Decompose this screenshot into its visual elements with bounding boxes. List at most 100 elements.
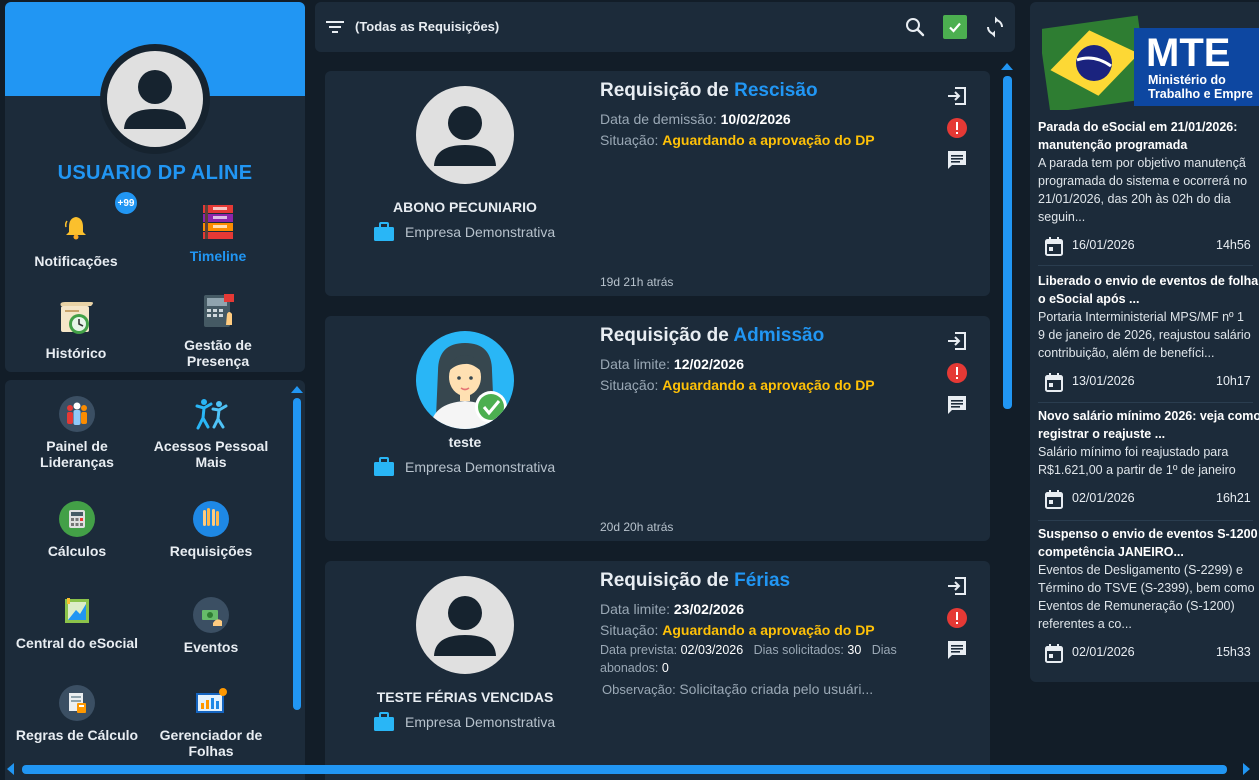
request-card[interactable]: teste Empresa Demonstrativa Requisição d…: [325, 316, 990, 541]
filter-icon[interactable]: [325, 17, 345, 42]
news-date: 02/01/2026: [1072, 645, 1135, 659]
menu-label: Painel de Lideranças: [40, 438, 114, 470]
news-body: 9 de janeiro de 2026, reajustou salário: [1038, 328, 1251, 342]
menu-item-requests[interactable]: Requisições: [146, 501, 276, 559]
news-panel: MTE Ministério do Trabalho e Empre Parad…: [1030, 2, 1259, 682]
menu-item-calc-rules[interactable]: Regras de Cálculo: [12, 685, 142, 743]
comment-icon[interactable]: [945, 148, 969, 172]
request-status: Situação: Aguardando a aprovação do DP: [600, 377, 875, 393]
news-title: o eSocial após ...: [1038, 292, 1140, 306]
history-shortcut[interactable]: Histórico: [16, 299, 136, 361]
request-title: Requisição de Admissão: [600, 325, 824, 347]
timeline-icon: [198, 202, 238, 242]
attendance-label: Gestão de Presença: [184, 337, 252, 369]
scroll-right-arrow[interactable]: [1243, 763, 1250, 775]
request-status: Situação: Aguardando a aprovação do DP: [600, 622, 875, 638]
request-title: Requisição de Férias: [600, 570, 790, 592]
news-item[interactable]: Novo salário mínimo 2026: veja como regi…: [1038, 407, 1259, 509]
alert-icon[interactable]: [945, 361, 969, 385]
news-item[interactable]: Parada do eSocial em 21/01/2026: manuten…: [1038, 118, 1259, 256]
open-request-icon[interactable]: [945, 329, 969, 353]
open-request-icon[interactable]: [945, 574, 969, 598]
menu-label: Gerenciador de Folhas: [159, 727, 263, 759]
alert-icon[interactable]: [945, 606, 969, 630]
request-title: Requisição de Rescisão: [600, 80, 818, 102]
calc-rules-icon: [59, 685, 95, 721]
news-item[interactable]: Suspenso o envio de eventos S-1200 compe…: [1038, 525, 1259, 663]
news-date: 16/01/2026: [1072, 238, 1135, 252]
request-card[interactable]: ABONO PECUNIARIO Empresa Demonstrativa R…: [325, 71, 990, 296]
menu-item-leadership-panel[interactable]: Painel de Lideranças: [12, 396, 142, 470]
profile-avatar[interactable]: [100, 44, 210, 154]
request-date: Data limite: 23/02/2026: [600, 601, 744, 617]
menu-scrollbar[interactable]: [293, 398, 301, 710]
menu-item-esocial-center[interactable]: Central do eSocial: [12, 593, 142, 651]
date-value: 23/02/2026: [673, 601, 744, 617]
request-type: Férias: [734, 570, 791, 591]
money-event-icon: [193, 597, 229, 633]
attendance-shortcut[interactable]: Gestão de Presença: [158, 291, 278, 369]
briefcase-icon: [374, 712, 394, 731]
news-body: contribuição, além de benefíci...: [1038, 346, 1215, 360]
mte-logo: MTE Ministério do Trabalho e Empre: [1038, 10, 1259, 113]
menu-label: Central do eSocial: [15, 635, 139, 651]
search-icon[interactable]: [904, 16, 926, 43]
requests-scrollbar[interactable]: [1003, 76, 1012, 409]
comment-icon[interactable]: [945, 393, 969, 417]
news-meta: 16/01/2026 14h56: [1038, 234, 1259, 256]
news-date: 13/01/2026: [1072, 374, 1135, 388]
filter-label[interactable]: (Todas as Requisições): [355, 19, 499, 34]
news-body: R$1.621,00 a partir de 1º de janeiro: [1038, 463, 1236, 477]
menu-item-calculations[interactable]: Cálculos: [12, 501, 142, 559]
news-time: 10h17: [1216, 374, 1251, 388]
check-icon[interactable]: [943, 15, 967, 39]
requests-scroll-up-arrow[interactable]: [1001, 63, 1013, 70]
comment-icon[interactable]: [945, 638, 969, 662]
request-actions: [945, 574, 973, 670]
calendar-icon: [1045, 644, 1063, 663]
request-type: Admissão: [733, 325, 825, 346]
menu-item-payroll-manager[interactable]: Gerenciador de Folhas: [146, 685, 276, 759]
status-label: Situação:: [600, 622, 659, 638]
news-title: Suspenso o envio de eventos S-1200: [1038, 527, 1258, 541]
open-request-icon[interactable]: [945, 84, 969, 108]
calendar-icon: [1045, 490, 1063, 509]
leadership-icon: [59, 396, 95, 432]
employee-avatar: [416, 86, 514, 184]
notifications-shortcut[interactable]: Notificações: [16, 207, 136, 269]
request-card[interactable]: TESTE FÉRIAS VENCIDAS Empresa Demonstrat…: [325, 561, 990, 780]
news-item[interactable]: Liberado o envio de eventos de folha o e…: [1038, 272, 1259, 392]
menu-item-events[interactable]: Eventos: [146, 597, 276, 655]
note-label: Observação:: [602, 682, 676, 697]
people-access-icon: [193, 396, 229, 432]
refresh-icon[interactable]: [983, 15, 1007, 44]
employee-avatar: [416, 576, 514, 674]
news-time: 16h21: [1216, 491, 1251, 505]
request-type: Rescisão: [734, 80, 818, 101]
main-menu: Painel de Lideranças Acessos Pessoal Mai…: [5, 380, 305, 780]
vacation-details: Data prevista: 02/03/2026 Dias solicitad…: [600, 641, 930, 677]
date-label: Data limite:: [600, 601, 671, 617]
news-title: Novo salário mínimo 2026: veja como: [1038, 409, 1259, 423]
note-value: Solicitação criada pelo usuári...: [679, 681, 874, 697]
user-placeholder-icon: [434, 106, 496, 166]
horizontal-scrollbar[interactable]: [22, 765, 1227, 774]
briefcase-icon: [374, 457, 394, 476]
news-body: seguin...: [1038, 210, 1086, 224]
time-clock-icon: [198, 291, 238, 331]
request-status: Situação: Aguardando a aprovação do DP: [600, 132, 875, 148]
menu-scroll-up-arrow[interactable]: [291, 386, 303, 393]
status-label: Situação:: [600, 132, 659, 148]
timeline-shortcut[interactable]: Timeline: [158, 202, 278, 264]
news-body: programada do sistema e ocorrerá no: [1038, 174, 1248, 188]
menu-label: Acessos Pessoal Mais: [153, 438, 269, 470]
news-meta: 02/01/2026 15h33: [1038, 641, 1259, 663]
scroll-left-arrow[interactable]: [7, 763, 14, 775]
news-body: referentes a co...: [1038, 617, 1132, 631]
alert-icon[interactable]: [945, 116, 969, 140]
menu-item-people-access[interactable]: Acessos Pessoal Mais: [146, 396, 276, 470]
status-value: Aguardando a aprovação do DP: [662, 132, 875, 148]
company-name: Empresa Demonstrativa: [405, 459, 556, 475]
news-title: Liberado o envio de eventos de folha: [1038, 274, 1259, 288]
days-requested-value: 30: [847, 643, 862, 657]
